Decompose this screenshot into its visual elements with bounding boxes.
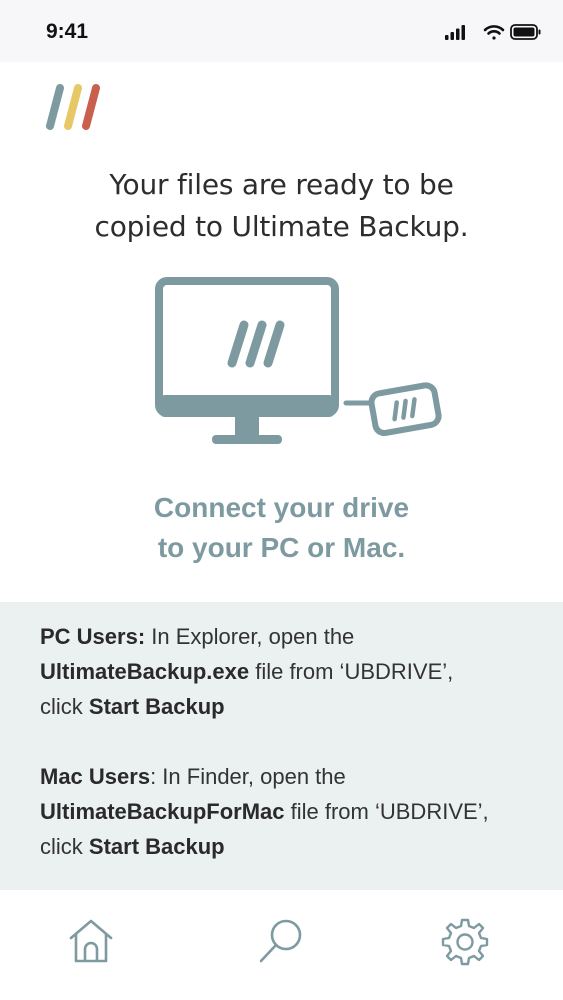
status-bar: 9:41 (0, 0, 563, 62)
tab-bar (0, 890, 563, 1000)
mac-text-2: file from ‘UBDRIVE’, (284, 799, 489, 824)
tab-settings[interactable] (440, 916, 490, 966)
gear-icon (441, 918, 489, 966)
monitor-icon (155, 277, 339, 444)
tab-home[interactable] (66, 916, 116, 966)
status-time: 9:41 (46, 20, 89, 43)
pc-text-2: file from ‘UBDRIVE’, (249, 659, 454, 684)
home-icon (69, 919, 113, 963)
tab-search[interactable] (256, 916, 306, 966)
connect-instruction: Connect your drive to your PC or Mac. (40, 488, 523, 568)
pc-instructions: PC Users: In Explorer, open the Ultimate… (40, 619, 523, 724)
mac-start-backup: Start Backup (88, 834, 225, 859)
pc-label: PC Users: (40, 624, 146, 649)
headline: Your files are ready to be copied to Ult… (40, 164, 523, 248)
instructions-panel: PC Users: In Explorer, open the Ultimate… (0, 602, 563, 890)
computer-with-drive-illustration (155, 277, 442, 444)
headline-line-2: copied to Ultimate Backup. (94, 210, 469, 243)
ultimate-backup-logo (46, 84, 100, 130)
pc-text-1: In Explorer, open the (145, 624, 355, 649)
mac-label: Mac Users (40, 764, 151, 789)
pc-text-3: click (40, 694, 89, 719)
headline-line-1: Your files are ready to be (109, 168, 454, 201)
mac-file-name: UltimateBackupForMac (40, 799, 285, 824)
mac-instructions: Mac Users: In Finder, open the UltimateB… (40, 759, 523, 864)
status-icons (445, 24, 541, 40)
wifi-icon (483, 25, 505, 40)
search-icon (259, 919, 302, 963)
mac-text-3: click (40, 834, 89, 859)
pc-file-name: UltimateBackup.exe (40, 659, 250, 684)
battery-icon (510, 24, 541, 40)
pc-start-backup: Start Backup (88, 694, 225, 719)
signal-icon (445, 25, 465, 40)
connect-line-1: Connect your drive (153, 492, 410, 523)
mac-text-1: : In Finder, open the (150, 764, 346, 789)
connect-line-2: to your PC or Mac. (157, 532, 406, 563)
drive-icon (368, 382, 442, 437)
